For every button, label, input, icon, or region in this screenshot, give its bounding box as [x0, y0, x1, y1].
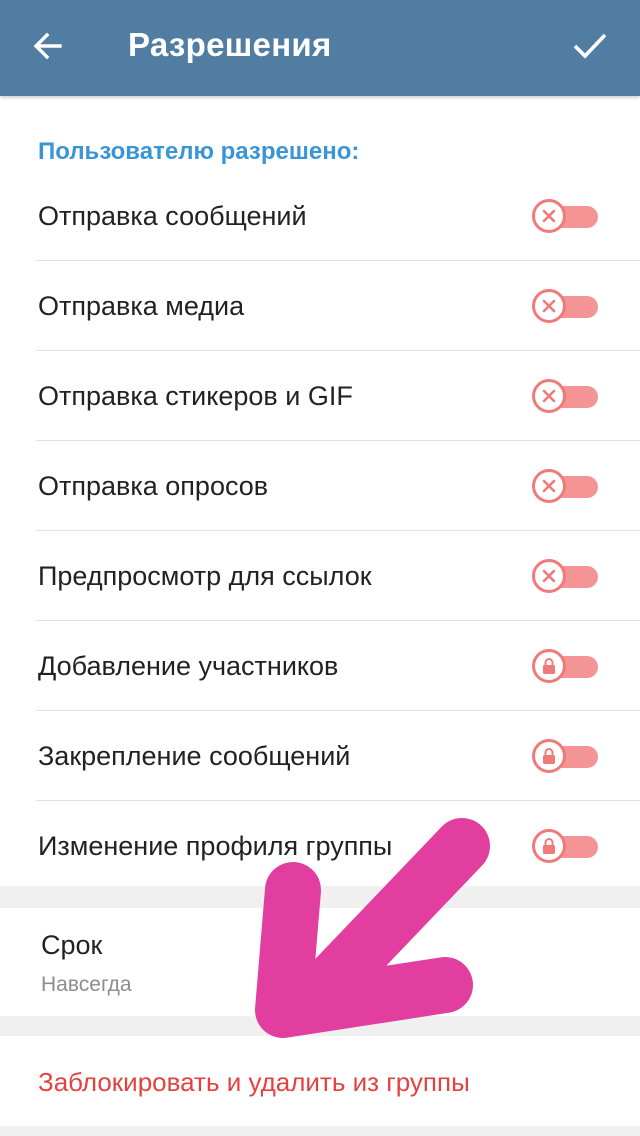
permission-label: Отправка опросов	[38, 471, 269, 501]
close-icon	[542, 569, 556, 583]
ban-and-remove-button[interactable]: Заблокировать и удалить из группы	[38, 1036, 470, 1128]
toggle-knob	[532, 379, 566, 413]
permission-row-add-members[interactable]: Добавление участников	[0, 621, 640, 711]
back-button[interactable]	[20, 22, 76, 74]
lock-icon	[543, 748, 555, 764]
permission-row-link-preview[interactable]: Предпросмотр для ссылок	[0, 531, 640, 621]
toggle-knob	[532, 469, 566, 503]
term-title: Срок	[41, 930, 103, 960]
toggle-knob	[532, 289, 566, 323]
arrow-left-icon	[32, 30, 64, 67]
permission-row-send-media[interactable]: Отправка медиа	[0, 261, 640, 351]
close-icon	[542, 479, 556, 493]
page-title: Разрешения	[128, 26, 332, 63]
permission-row-send-messages[interactable]: Отправка сообщений	[0, 171, 640, 261]
toggle-knob	[532, 739, 566, 773]
permission-toggle[interactable]	[532, 199, 598, 233]
permission-label: Изменение профиля группы	[38, 831, 393, 861]
permission-toggle[interactable]	[532, 829, 598, 863]
term-value: Навсегда	[41, 973, 132, 996]
permission-label: Отправка сообщений	[38, 201, 307, 231]
permission-toggle[interactable]	[532, 289, 598, 323]
done-button[interactable]	[560, 22, 620, 74]
permission-toggle[interactable]	[532, 379, 598, 413]
checkmark-icon	[572, 31, 608, 66]
permission-label: Добавление участников	[38, 651, 339, 681]
toggle-knob	[532, 829, 566, 863]
permission-toggle[interactable]	[532, 559, 598, 593]
permission-label: Отправка медиа	[38, 291, 245, 321]
app-bar: Разрешения	[0, 0, 640, 96]
term-row[interactable]: Срок Навсегда	[0, 908, 640, 1016]
permission-toggle[interactable]	[532, 739, 598, 773]
permission-row-send-polls[interactable]: Отправка опросов	[0, 441, 640, 531]
permission-row-send-stickers[interactable]: Отправка стикеров и GIF	[0, 351, 640, 441]
lock-icon	[543, 838, 555, 854]
close-icon	[542, 209, 556, 223]
permission-label: Отправка стикеров и GIF	[38, 381, 353, 411]
permission-row-pin-messages[interactable]: Закрепление сообщений	[0, 711, 640, 801]
ban-and-remove-row[interactable]: Заблокировать и удалить из группы	[0, 1036, 640, 1126]
permissions-card: Пользователю разрешено: Отправка сообщен…	[0, 96, 640, 886]
toggle-knob	[532, 649, 566, 683]
toggle-knob	[532, 559, 566, 593]
close-icon	[542, 389, 556, 403]
permission-label: Предпросмотр для ссылок	[38, 561, 372, 591]
permissions-section-title: Пользователю разрешено:	[38, 138, 360, 165]
permission-toggle[interactable]	[532, 649, 598, 683]
permission-label: Закрепление сообщений	[38, 741, 351, 771]
permission-toggle[interactable]	[532, 469, 598, 503]
close-icon	[542, 299, 556, 313]
permission-row-change-group-info[interactable]: Изменение профиля группы	[0, 801, 640, 891]
lock-icon	[543, 658, 555, 674]
toggle-knob	[532, 199, 566, 233]
